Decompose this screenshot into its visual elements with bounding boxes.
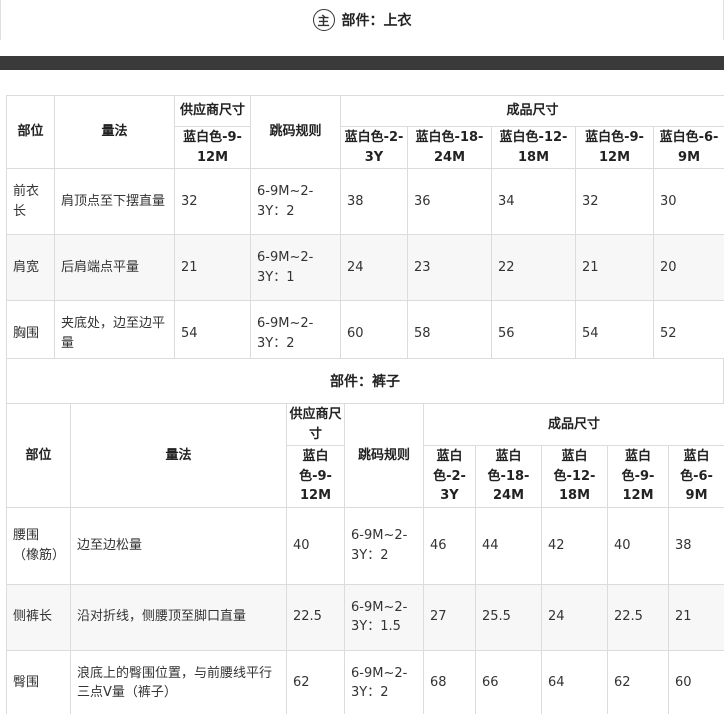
header-finished: 成品尺寸	[339, 95, 724, 127]
header-size: 蓝白色-2-3Y	[423, 445, 476, 508]
cell-rule: 6-9M~2-3Y：2	[344, 649, 424, 714]
header-finished: 成品尺寸	[422, 403, 724, 446]
cell-part: 臀围	[6, 649, 71, 714]
cell-part: 侧裤长	[6, 583, 71, 651]
main-badge-icon: 主	[312, 9, 335, 31]
section-title-bottom: 部件：裤子	[330, 374, 400, 390]
cell-value: 32	[575, 168, 654, 235]
header-size: 蓝白色-9-12M	[575, 126, 654, 169]
cell-supplier: 62	[286, 649, 345, 714]
header-size: 蓝白色-9-12M	[607, 445, 669, 508]
top-size-table: 部位 量法 供应商尺寸 跳码规则 成品尺寸 蓝白色-9-12M 蓝白色-2-3Y…	[6, 95, 724, 367]
header-size: 蓝白色-6-9M	[652, 126, 724, 169]
cell-value: 38	[340, 168, 408, 235]
header-rule: 跳码规则	[344, 403, 424, 508]
cell-value: 22	[491, 234, 576, 301]
header-size: 蓝白色-12-18M	[541, 445, 608, 508]
cell-value: 64	[541, 649, 608, 714]
cell-method: 后肩端点平量	[54, 234, 175, 301]
table-row: 胸围 夹底处，边至边平量 54 6-9M~2-3Y：2 60 58 56 54 …	[6, 300, 724, 367]
header-supplier: 供应商尺寸	[174, 95, 251, 127]
cell-supplier: 40	[286, 506, 345, 585]
header-method: 量法	[54, 95, 175, 169]
cell-method: 沿对折线，侧腰顶至脚口直量	[70, 583, 287, 651]
cell-rule: 6-9M~2-3Y：1	[250, 234, 341, 301]
cell-method: 边至边松量	[70, 506, 287, 585]
cell-value: 42	[541, 506, 608, 585]
cell-value: 21	[575, 234, 654, 301]
cell-value: 40	[607, 506, 669, 585]
cell-value: 62	[607, 649, 669, 714]
cell-part: 肩宽	[6, 234, 55, 301]
header-supplier-size: 蓝白色-9-12M	[174, 126, 251, 169]
cell-value: 68	[423, 649, 476, 714]
cell-value: 24	[541, 583, 608, 651]
table-row: 臀围 浪底上的臀围位置，与前腰线平行三点V量（裤子） 62 6-9M~2-3Y：…	[6, 649, 724, 714]
cell-value: 20	[652, 234, 724, 301]
cell-rule: 6-9M~2-3Y：1.5	[344, 583, 424, 651]
cell-supplier: 54	[174, 300, 251, 367]
header-size: 蓝白色-12-18M	[491, 126, 576, 169]
cell-value: 44	[475, 506, 542, 585]
header-size: 蓝白色-18-24M	[407, 126, 492, 169]
top-section-header: 主 部件：上衣	[0, 0, 724, 40]
table-row: 肩宽 后肩端点平量 21 6-9M~2-3Y：1 24 23 22 21 20	[6, 234, 724, 301]
cell-value: 38	[667, 506, 724, 585]
cell-value: 23	[407, 234, 492, 301]
cell-value: 66	[475, 649, 542, 714]
table-row: 侧裤长 沿对折线，侧腰顶至脚口直量 22.5 6-9M~2-3Y：1.5 27 …	[6, 583, 724, 651]
cell-value: 58	[407, 300, 492, 367]
cell-value: 60	[340, 300, 408, 367]
cell-value: 24	[340, 234, 408, 301]
bottom-section-header: 部件：裤子	[6, 358, 724, 403]
cell-method: 肩顶点至下摆直量	[54, 168, 175, 235]
cell-rule: 6-9M~2-3Y：2	[250, 300, 341, 367]
cell-supplier: 32	[174, 168, 251, 235]
cell-part: 前衣长	[6, 168, 55, 235]
cell-value: 60	[667, 649, 724, 714]
table-row: 前衣长 肩顶点至下摆直量 32 6-9M~2-3Y：2 38 36 34 32 …	[6, 168, 724, 235]
cell-supplier: 22.5	[286, 583, 345, 651]
cell-value: 27	[423, 583, 476, 651]
header-part: 部位	[6, 403, 71, 508]
cell-method: 夹底处，边至边平量	[54, 300, 175, 367]
cell-value: 34	[491, 168, 576, 235]
cell-value: 52	[652, 300, 724, 367]
cell-value: 36	[407, 168, 492, 235]
cell-value: 46	[423, 506, 476, 585]
header-rule: 跳码规则	[250, 95, 341, 169]
cell-value: 25.5	[475, 583, 542, 651]
cell-value: 54	[575, 300, 654, 367]
header-size: 蓝白色-2-3Y	[340, 126, 408, 169]
cell-value: 22.5	[607, 583, 669, 651]
header-method: 量法	[70, 403, 287, 508]
section-title-top: 部件：上衣	[341, 13, 412, 29]
cell-rule: 6-9M~2-3Y：2	[344, 506, 424, 585]
table-row: 腰围（橡筋） 边至边松量 40 6-9M~2-3Y：2 46 44 42 40 …	[6, 506, 724, 585]
header-part: 部位	[6, 95, 55, 169]
cell-value: 21	[667, 583, 724, 651]
header-supplier-size: 蓝白色-9-12M	[286, 445, 345, 508]
cell-part: 腰围（橡筋）	[6, 506, 71, 585]
cell-value: 56	[491, 300, 576, 367]
cell-part: 胸围	[6, 300, 55, 367]
header-size: 蓝白色-18-24M	[475, 445, 542, 508]
cell-rule: 6-9M~2-3Y：2	[250, 168, 341, 235]
cell-method: 浪底上的臀围位置，与前腰线平行三点V量（裤子）	[70, 649, 287, 714]
bottom-size-table: 部位 量法 供应商尺寸 跳码规则 成品尺寸 蓝白色-9-12M 蓝白色-2-3Y…	[6, 403, 724, 714]
divider-bar	[0, 56, 724, 70]
cell-supplier: 21	[174, 234, 251, 301]
header-size: 蓝白色-6-9M	[667, 445, 724, 508]
header-supplier: 供应商尺寸	[286, 403, 345, 446]
cell-value: 30	[652, 168, 724, 235]
